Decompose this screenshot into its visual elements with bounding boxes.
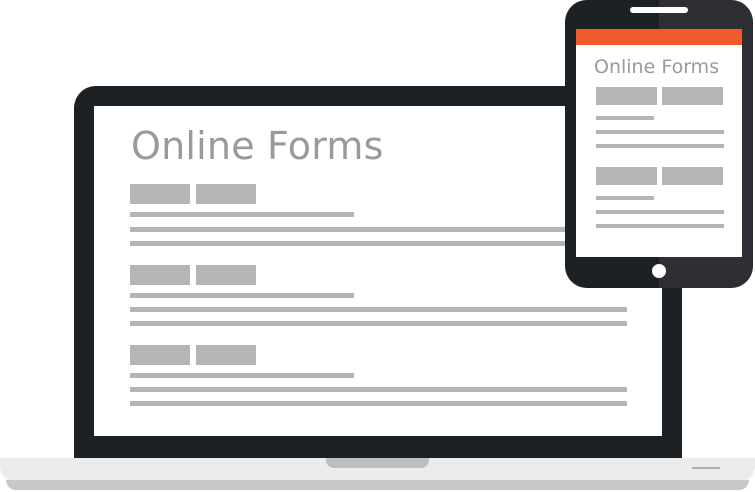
form-field-placeholder bbox=[596, 87, 657, 105]
text-line-placeholder bbox=[130, 307, 627, 312]
form-field-placeholder bbox=[196, 345, 256, 365]
illustration: Online Forms Online Forms bbox=[0, 0, 755, 492]
laptop-base-shadow bbox=[6, 480, 749, 490]
laptop-indicator-light bbox=[692, 467, 720, 469]
phone-speaker bbox=[630, 7, 688, 13]
laptop-page-title: Online Forms bbox=[131, 124, 384, 168]
form-field-placeholder bbox=[662, 167, 723, 185]
text-line-placeholder bbox=[596, 196, 654, 200]
form-field-placeholder bbox=[196, 184, 256, 204]
form-field-placeholder bbox=[662, 87, 723, 105]
text-line-placeholder bbox=[596, 144, 724, 148]
form-field-placeholder bbox=[130, 345, 190, 365]
phone-accent-bar bbox=[576, 29, 742, 45]
form-field-placeholder bbox=[130, 265, 190, 285]
form-field-placeholder bbox=[130, 184, 190, 204]
form-field-placeholder bbox=[196, 265, 256, 285]
text-line-placeholder bbox=[130, 241, 565, 246]
text-line-placeholder bbox=[130, 293, 354, 298]
text-line-placeholder bbox=[130, 373, 354, 378]
text-line-placeholder bbox=[130, 401, 627, 406]
phone-page-title: Online Forms bbox=[594, 56, 720, 78]
form-field-placeholder bbox=[596, 167, 657, 185]
text-line-placeholder bbox=[130, 387, 627, 392]
text-line-placeholder bbox=[596, 130, 724, 134]
phone-home-button bbox=[652, 264, 666, 278]
text-line-placeholder bbox=[130, 321, 627, 326]
text-line-placeholder bbox=[596, 224, 724, 228]
text-line-placeholder bbox=[596, 210, 724, 214]
text-line-placeholder bbox=[130, 227, 565, 232]
text-line-placeholder bbox=[130, 212, 354, 217]
laptop-notch bbox=[326, 458, 429, 468]
text-line-placeholder bbox=[596, 116, 654, 120]
